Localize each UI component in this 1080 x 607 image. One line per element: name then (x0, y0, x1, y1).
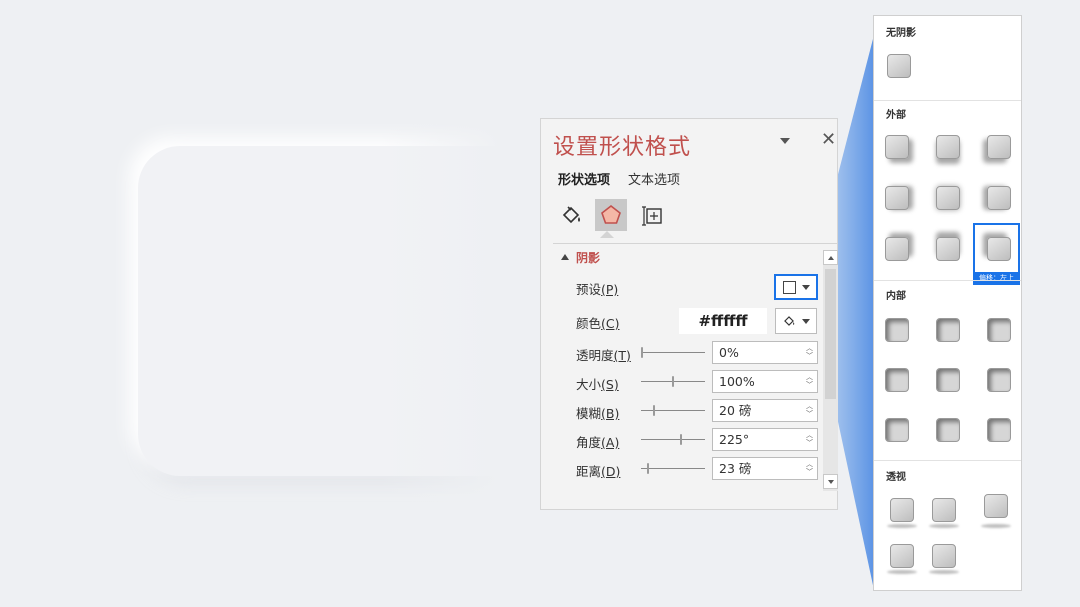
collapse-arrow-icon[interactable] (561, 254, 569, 260)
shadow-preset-thumb[interactable] (936, 418, 960, 442)
tab-text-options[interactable]: 文本选项 (628, 169, 680, 188)
section-title-shadow: 阴影 (576, 251, 601, 265)
scrollbar-thumb[interactable] (825, 269, 836, 399)
value-spinbox[interactable]: 0% ︿ ﹀ (712, 341, 818, 364)
shadow-preset-thumb[interactable] (885, 368, 909, 392)
perspective-shadow (929, 524, 959, 528)
shadow-preset-thumb[interactable] (885, 186, 909, 210)
shadow-preset-thumb[interactable] (932, 498, 956, 522)
color-label: 颜色(C) (576, 316, 620, 331)
effects-icon[interactable] (595, 199, 627, 231)
shadow-preset-thumb[interactable] (987, 135, 1011, 159)
shadow-preset-thumb[interactable] (936, 368, 960, 392)
row-label: 透明度(T) (576, 348, 631, 363)
row-label: 角度(A) (576, 435, 620, 450)
shadow-preset-thumb[interactable] (936, 135, 960, 159)
color-hex-value: #ffffff (679, 308, 767, 334)
shadow-preset-thumb[interactable] (932, 544, 956, 568)
fill-line-icon[interactable] (555, 199, 587, 231)
gallery-heading-outer: 外部 (886, 110, 906, 121)
shadow-preset-thumb[interactable] (984, 494, 1008, 518)
icon-caret (600, 231, 614, 238)
slider-track (641, 468, 705, 469)
value-spinbox[interactable]: 100% ︿ ﹀ (712, 370, 818, 393)
preset-button[interactable] (774, 274, 818, 300)
slider-track (641, 410, 705, 411)
close-icon[interactable]: ✕ (821, 129, 836, 150)
slider-thumb[interactable] (653, 405, 655, 416)
preset-no-shadow[interactable] (887, 54, 911, 78)
value-slider[interactable] (641, 405, 705, 417)
shadow-preset-thumb[interactable] (885, 418, 909, 442)
divider (553, 243, 837, 244)
scroll-up-button[interactable] (823, 250, 838, 265)
shadow-preset-thumb[interactable] (890, 498, 914, 522)
slider-thumb[interactable] (641, 347, 643, 358)
shadow-preset-thumb[interactable] (987, 318, 1011, 342)
gallery-separator (874, 280, 1021, 281)
value-slider[interactable] (641, 347, 705, 359)
slider-thumb[interactable] (680, 434, 682, 445)
shadow-preset-thumb[interactable] (987, 418, 1011, 442)
perspective-shadow (981, 524, 1011, 528)
gallery-separator (874, 100, 1021, 101)
shadow-preset-icon (782, 280, 796, 294)
value-slider[interactable] (641, 376, 705, 388)
slider-track (641, 352, 705, 353)
perspective-shadow (887, 570, 917, 574)
scroll-down-button[interactable] (823, 474, 838, 489)
preset-label: 预设(P) (576, 282, 619, 297)
value-spinbox[interactable]: 225° ︿ ﹀ (712, 428, 818, 451)
perspective-shadow (887, 524, 917, 528)
shadow-preset-thumb[interactable] (936, 186, 960, 210)
shadow-preset-thumb[interactable] (890, 544, 914, 568)
spin-arrows-icon[interactable]: ︿ ﹀ (806, 402, 813, 418)
value-spinbox[interactable]: 20 磅 ︿ ﹀ (712, 399, 818, 422)
shadow-preset-thumb[interactable] (936, 237, 960, 261)
spinbox-value: 0% (719, 345, 739, 360)
shadow-preset-thumb[interactable] (885, 318, 909, 342)
spinbox-value: 225° (719, 432, 750, 447)
shadow-preset-thumb[interactable] (885, 135, 909, 159)
format-shape-panel: 设置形状格式 ✕ 形状选项 文本选项 阴影 预设(P) 颜色(C) #fffff… (540, 118, 838, 510)
chevron-down-icon (801, 284, 810, 290)
value-slider[interactable] (641, 463, 705, 475)
gallery-heading-no-shadow: 无阴影 (886, 28, 916, 39)
tab-shape-options[interactable]: 形状选项 (558, 169, 610, 188)
spin-arrows-icon[interactable]: ︿ ﹀ (806, 344, 813, 360)
spinbox-value: 23 磅 (719, 461, 752, 476)
color-picker-button[interactable] (775, 308, 817, 334)
panel-title: 设置形状格式 (553, 135, 692, 160)
value-spinbox[interactable]: 23 磅 ︿ ﹀ (712, 457, 818, 480)
slider-thumb[interactable] (647, 463, 649, 474)
selected-preset-tooltip: 偏移：左上 (973, 272, 1020, 285)
shadow-preset-thumb[interactable] (987, 368, 1011, 392)
slider-thumb[interactable] (672, 376, 674, 387)
chevron-down-icon (802, 318, 810, 324)
gallery-separator (874, 460, 1021, 461)
row-label: 大小(S) (576, 377, 619, 392)
shadow-presets-gallery: 无阴影 外部 偏移：左上 内部 透视 (873, 15, 1022, 591)
spin-arrows-icon[interactable]: ︿ ﹀ (806, 373, 813, 389)
slider-track (641, 439, 705, 440)
value-slider[interactable] (641, 434, 705, 446)
paint-bucket-icon (784, 316, 795, 326)
spin-arrows-icon[interactable]: ︿ ﹀ (806, 460, 813, 476)
size-properties-icon[interactable] (637, 199, 669, 231)
spin-arrows-icon[interactable]: ︿ ﹀ (806, 431, 813, 447)
row-label: 距离(D) (576, 464, 621, 479)
panel-options-arrow-icon[interactable] (780, 138, 790, 144)
shadow-preset-thumb[interactable] (936, 318, 960, 342)
gallery-heading-perspective: 透视 (886, 472, 906, 483)
spinbox-value: 100% (719, 374, 755, 389)
spinbox-value: 20 磅 (719, 403, 752, 418)
shadow-preset-thumb[interactable] (885, 237, 909, 261)
gallery-heading-inner: 内部 (886, 291, 906, 302)
perspective-shadow (929, 570, 959, 574)
row-label: 模糊(B) (576, 406, 620, 421)
shadow-preset-thumb[interactable] (987, 186, 1011, 210)
